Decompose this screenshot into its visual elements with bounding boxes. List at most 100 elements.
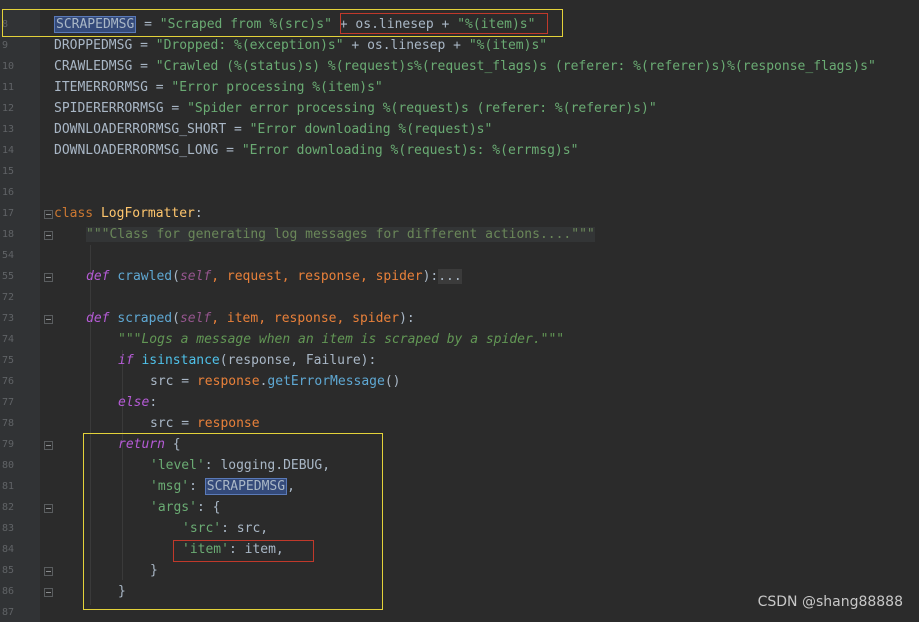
fold-toggle-icon[interactable] — [44, 567, 53, 576]
fold-toggle-icon[interactable] — [44, 315, 53, 324]
param-ref: response — [196, 374, 260, 389]
code-line-55[interactable]: def crawled(self, request, response, spi… — [86, 266, 462, 287]
fold-toggle-icon[interactable] — [44, 231, 53, 240]
string-literal: "Error downloading %(request)s: %(errmsg… — [241, 143, 579, 158]
line-number: 76 — [2, 376, 15, 387]
line-number: 74 — [2, 334, 15, 345]
line-number: 14 — [2, 145, 15, 156]
code-token: SPIDERERRORMSG = — [54, 101, 188, 116]
line-number: 12 — [2, 103, 15, 114]
line-number: 55 — [2, 271, 15, 282]
docstring: """Class for generating log messages for… — [86, 227, 595, 242]
line-number: 78 — [2, 418, 15, 429]
line-number: 83 — [2, 523, 15, 534]
string-literal: "%(item)s" — [468, 38, 548, 53]
code-token: CRAWLEDMSG = — [54, 59, 156, 74]
line-number: 9 — [2, 40, 9, 51]
code-token: src = — [150, 416, 197, 431]
code-token: + os.linesep + — [343, 38, 469, 53]
code-line-10[interactable]: CRAWLEDMSG = "Crawled (%(status)s) %(req… — [54, 56, 876, 77]
code-token: ( — [172, 311, 180, 326]
code-line-11[interactable]: ITEMERRORMSG = "Error processing %(item)… — [54, 77, 383, 98]
self-param: self — [179, 311, 212, 326]
fold-toggle-icon[interactable] — [44, 588, 53, 597]
line-number: 87 — [2, 607, 15, 618]
code-token: src = — [150, 374, 197, 389]
line-number: 84 — [2, 544, 15, 555]
code-line-12[interactable]: SPIDERERRORMSG = "Spider error processin… — [54, 98, 657, 119]
fold-toggle-icon[interactable] — [44, 504, 53, 513]
string-literal: "Crawled (%(status)s) %(request)s%(reque… — [155, 59, 876, 74]
code-token: () — [384, 374, 401, 389]
code-line-77[interactable]: else: — [118, 392, 157, 413]
keyword: if — [118, 353, 134, 368]
line-number: 7 — [2, 0, 8, 8]
string-literal: "Error processing %(item)s" — [171, 80, 383, 95]
highlight-box-red — [340, 13, 548, 34]
line-number: 75 — [2, 355, 15, 366]
docstring: """Logs a message when an item is scrape… — [118, 332, 565, 347]
line-number: 18 — [2, 229, 15, 240]
line-number: 16 — [2, 187, 15, 198]
keyword: else — [118, 395, 150, 410]
fold-toggle-icon[interactable] — [44, 441, 53, 450]
code-line-13[interactable]: DOWNLOADERRORMSG_SHORT = "Error download… — [54, 119, 492, 140]
code-line-9[interactable]: DROPPEDMSG = "Dropped: %(exception)s" + … — [54, 35, 547, 56]
line-number-gutter: 7 8 9 10 11 12 13 14 15 16 17 18 54 55 7… — [0, 0, 40, 622]
self-param: self — [179, 269, 212, 284]
line-number: 15 — [2, 166, 15, 177]
fold-gutter — [40, 0, 54, 622]
fold-toggle-icon[interactable] — [44, 210, 53, 219]
function-name: scraped — [117, 311, 173, 326]
keyword: def — [86, 311, 110, 326]
watermark: CSDN @shang88888 — [757, 594, 903, 610]
builtin-function: isinstance — [141, 353, 220, 368]
code-line-14[interactable]: DOWNLOADERRORMSG_LONG = "Error downloadi… — [54, 140, 578, 161]
highlight-box-yellow — [83, 433, 383, 610]
string-literal: "Spider error processing %(request)s (re… — [187, 101, 657, 116]
line-number: 11 — [2, 82, 15, 93]
code-token: ): — [399, 311, 415, 326]
code-token: ): — [422, 269, 439, 284]
line-number: 85 — [2, 565, 15, 576]
line-number: 81 — [2, 481, 15, 492]
line-number: 77 — [2, 397, 15, 408]
line-number: 86 — [2, 586, 15, 597]
method-name: getErrorMessage — [267, 374, 385, 389]
code-line-74[interactable]: """Logs a message when an item is scrape… — [118, 329, 564, 350]
param-ref: response — [196, 416, 260, 431]
code-token: DOWNLOADERRORMSG_SHORT = — [54, 122, 250, 137]
string-literal: "Dropped: %(exception)s" — [155, 38, 344, 53]
code-token: (response, Failure): — [219, 353, 377, 368]
line-number: 72 — [2, 292, 15, 303]
folded-code-placeholder[interactable]: ... — [438, 269, 462, 284]
line-number: 17 — [2, 208, 15, 219]
line-number: 79 — [2, 439, 15, 450]
code-token: ITEMERRORMSG = — [54, 80, 172, 95]
keyword: class — [54, 206, 94, 221]
code-token: : — [149, 395, 158, 410]
code-line-75[interactable]: if isinstance(response, Failure): — [118, 350, 376, 371]
line-number: 13 — [2, 124, 15, 135]
params: , item, response, spider — [211, 311, 400, 326]
code-token: DROPPEDMSG = — [54, 38, 156, 53]
code-token: DOWNLOADERRORMSG_LONG = — [54, 143, 242, 158]
code-line-78[interactable]: src = response — [150, 413, 260, 434]
line-number: 10 — [2, 61, 15, 72]
keyword: def — [86, 269, 110, 284]
highlight-box-red — [173, 540, 314, 562]
fold-toggle-icon[interactable] — [44, 273, 53, 282]
code-token: : — [194, 206, 203, 221]
line-number: 73 — [2, 313, 15, 324]
line-number: 54 — [2, 250, 15, 261]
code-line-73[interactable]: def scraped(self, item, response, spider… — [86, 308, 415, 329]
function-name: crawled — [117, 269, 173, 284]
code-line-17[interactable]: class LogFormatter: — [54, 203, 203, 224]
code-editor[interactable]: 7 8 9 10 11 12 13 14 15 16 17 18 54 55 7… — [0, 0, 919, 622]
code-line-18[interactable]: """Class for generating log messages for… — [86, 224, 595, 245]
params: , request, response, spider — [211, 269, 423, 284]
class-name: LogFormatter — [100, 206, 195, 221]
line-number: 82 — [2, 502, 15, 513]
line-number: 80 — [2, 460, 15, 471]
code-line-76[interactable]: src = response.getErrorMessage() — [150, 371, 400, 392]
